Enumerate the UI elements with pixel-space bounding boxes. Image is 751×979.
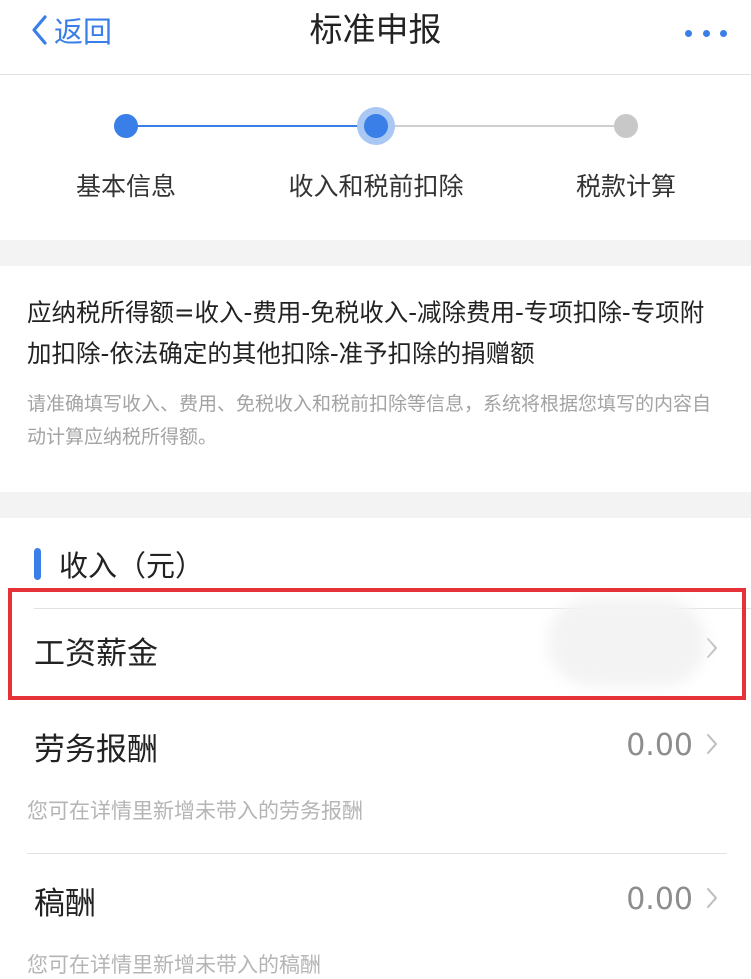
more-button[interactable] — [685, 18, 727, 48]
step-connector-done — [126, 125, 376, 127]
step-dot-tax-calc — [614, 114, 638, 138]
income-row-hint: 您可在详情里新增未带入的稿酬 — [27, 953, 321, 977]
income-section-title: 收入（元） — [59, 549, 205, 583]
step-progress: 基本信息 收入和税前扣除 税款计算 — [0, 75, 751, 240]
income-row-royalties[interactable]: 稿酬 0.00 — [0, 856, 751, 946]
section-divider — [0, 492, 751, 518]
step-label-income: 收入和税前扣除 — [288, 172, 464, 201]
section-divider — [0, 240, 751, 266]
step-dot-income — [357, 107, 395, 145]
formula-note: 请准确填写收入、费用、免税收入和税前扣除等信息，系统将根据您填写的内容自动计算应… — [27, 393, 712, 448]
income-row-labor[interactable]: 劳务报酬 0.00 — [0, 702, 751, 792]
highlight-frame — [8, 588, 746, 700]
step-label-tax-calc: 税款计算 — [575, 172, 677, 201]
more-horizontal-icon — [685, 29, 692, 37]
chevron-right-icon — [707, 888, 717, 908]
income-row-label: 稿酬 — [34, 886, 96, 922]
income-row-label: 劳务报酬 — [34, 732, 158, 768]
income-row-value: 0.00 — [626, 882, 693, 917]
chevron-right-icon — [707, 734, 717, 754]
section-accent-bar — [34, 548, 41, 580]
step-connector-todo — [376, 125, 626, 127]
income-section-header: 收入（元） — [34, 545, 204, 583]
income-row-value: 0.00 — [626, 728, 693, 763]
page-title: 标准申报 — [309, 10, 442, 49]
taxable-income-formula: 应纳税所得额=收入-费用-免税收入-减除费用-专项扣除-专项附加扣除-依法确定的… — [27, 298, 705, 368]
income-row-hint: 您可在详情里新增未带入的劳务报酬 — [27, 799, 363, 823]
nav-bar: 返回 标准申报 — [0, 0, 751, 75]
step-dot-basic-info — [114, 114, 138, 138]
step-label-basic-info: 基本信息 — [75, 172, 177, 201]
row-divider — [27, 853, 727, 854]
